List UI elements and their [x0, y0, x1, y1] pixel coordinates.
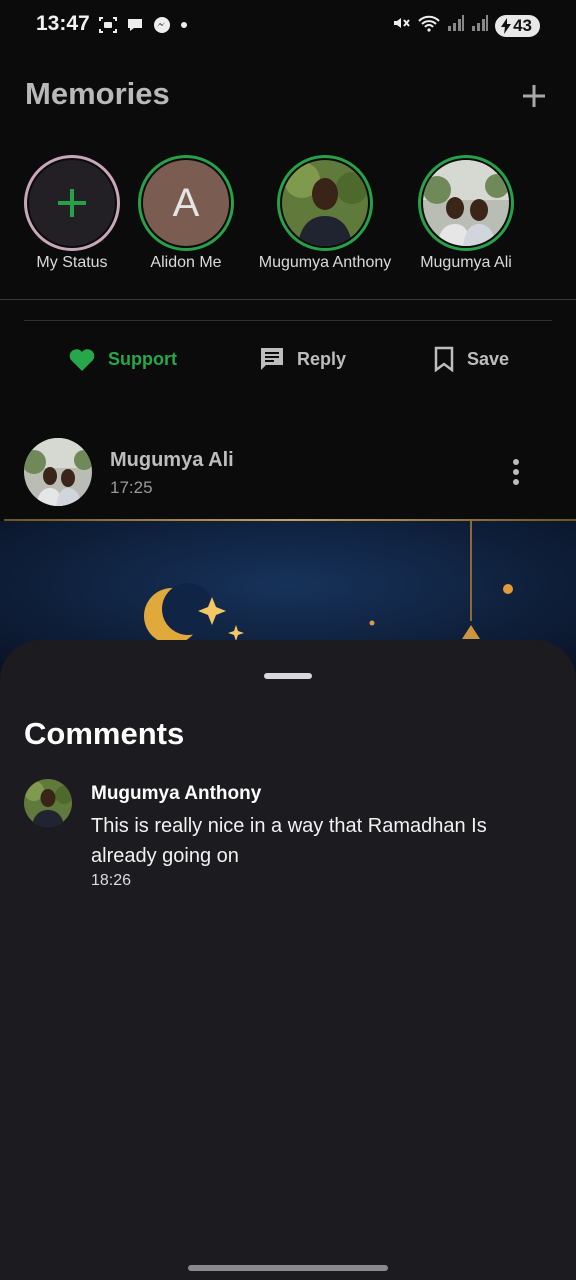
support-button[interactable]: Support — [68, 343, 177, 375]
avatar — [423, 160, 509, 246]
messenger-icon — [152, 15, 172, 40]
story-ring — [24, 155, 120, 251]
system-icons: 43 — [391, 13, 540, 38]
chat-bubble-icon — [125, 15, 145, 40]
avatar: A — [143, 160, 229, 246]
story-label: Mugumya Ali — [420, 254, 512, 271]
comment-icon — [261, 348, 283, 370]
comments-title: Comments — [24, 716, 185, 751]
dot-icon — [179, 15, 189, 40]
more-vert-icon — [513, 459, 519, 485]
story-ring — [277, 155, 373, 251]
page-title: Memories — [25, 76, 170, 111]
wifi-icon — [417, 13, 441, 38]
charging-icon — [501, 17, 512, 34]
story-alidon-me[interactable]: A Alidon Me — [116, 155, 256, 272]
drag-handle[interactable] — [264, 673, 312, 679]
reply-button[interactable]: Reply — [259, 343, 346, 375]
status-time: 13:47 — [36, 12, 90, 35]
signal-icon — [447, 13, 465, 38]
signal-icon — [471, 13, 489, 38]
story-mugumya-ali[interactable]: Mugumya Ali — [396, 155, 536, 272]
add-memory-button[interactable] — [518, 80, 550, 112]
save-label: Save — [467, 348, 510, 369]
reply-label: Reply — [297, 348, 347, 369]
bookmark-icon — [434, 346, 454, 372]
comment-text: This is really nice in a way that Ramadh… — [91, 815, 487, 867]
battery-level: 43 — [513, 15, 532, 35]
add-status-button[interactable] — [29, 160, 115, 246]
heart-icon — [69, 349, 95, 371]
plus-icon — [58, 189, 86, 217]
divider — [24, 320, 552, 321]
save-button[interactable]: Save — [433, 343, 509, 375]
story-mugumya-anthony[interactable]: Mugumya Anthony — [255, 155, 395, 272]
avatar — [282, 160, 368, 246]
story-ring — [418, 155, 514, 251]
divider — [0, 299, 576, 300]
home-indicator[interactable] — [188, 1265, 388, 1271]
story-label: Alidon Me — [150, 254, 222, 271]
avatar-initial: A — [172, 180, 200, 225]
more-options-button[interactable] — [504, 456, 528, 488]
post-author-avatar[interactable] — [24, 438, 92, 506]
comment-time: 18:26 — [91, 872, 132, 889]
battery-indicator: 43 — [495, 14, 540, 37]
mute-icon — [391, 13, 411, 38]
comment-author-name[interactable]: Mugumya Anthony — [91, 783, 261, 805]
comment-author-avatar[interactable] — [24, 779, 72, 827]
post-author-name[interactable]: Mugumya Ali — [110, 449, 234, 472]
post-time: 17:25 — [110, 478, 153, 497]
plus-icon — [523, 85, 545, 107]
story-ring: A — [138, 155, 234, 251]
status-bar: 13:47 43 — [0, 0, 576, 52]
story-label: Mugumya Anthony — [258, 254, 392, 271]
screenshot-icon — [98, 15, 118, 40]
comments-sheet: Comments Mugumya Anthony This is really … — [0, 640, 576, 1280]
notification-icons — [98, 15, 189, 40]
support-label: Support — [108, 348, 177, 369]
